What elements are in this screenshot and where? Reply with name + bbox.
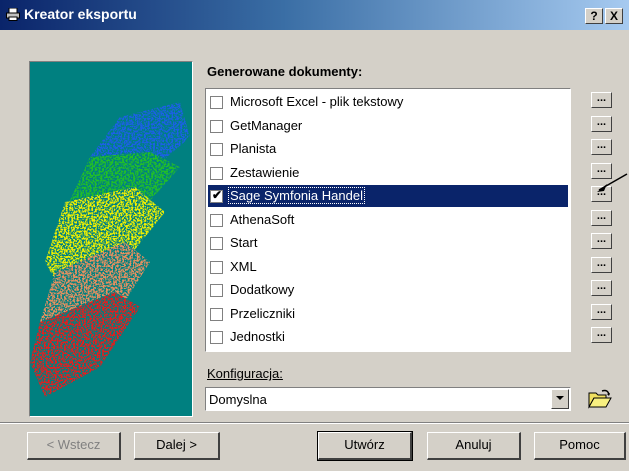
config-select[interactable]: Domyslna [205, 387, 571, 411]
config-value: Domyslna [209, 392, 267, 407]
document-checkbox[interactable] [210, 166, 223, 180]
help-button[interactable]: Pomoc [534, 432, 626, 460]
document-checkbox[interactable] [210, 331, 223, 344]
document-options-button[interactable]: ... [591, 92, 612, 108]
document-list-item[interactable]: Microsoft Excel - plik tekstowy [208, 91, 568, 113]
cancel-button[interactable]: Anuluj [427, 432, 521, 460]
document-list-item[interactable]: AthenaSoft [208, 209, 568, 231]
title-bar: Kreator eksportu ? X [0, 0, 629, 30]
document-checkbox[interactable] [210, 213, 223, 227]
document-checkbox[interactable]: ✔ [210, 188, 223, 203]
document-options-button[interactable]: ... [591, 115, 612, 132]
document-list-item[interactable]: Start [208, 232, 568, 254]
document-list-item[interactable]: Przeliczniki [208, 303, 568, 325]
document-checkbox[interactable] [210, 96, 223, 109]
document-list-item[interactable]: GetManager [208, 115, 568, 137]
document-checkbox[interactable] [210, 119, 223, 133]
documents-listbox[interactable]: Microsoft Excel - plik tekstowy GetManage… [205, 88, 571, 352]
close-button[interactable]: X [605, 8, 623, 24]
document-list-item[interactable]: Dodatkowy [208, 279, 568, 301]
open-folder-icon[interactable] [588, 389, 612, 409]
annotation-arrow-icon [597, 173, 628, 192]
document-list-item[interactable]: XML [208, 256, 568, 278]
document-checkbox[interactable] [210, 284, 223, 297]
document-label: Sage Symfonia Handel [228, 187, 365, 204]
document-label: GetManager [230, 117, 303, 133]
document-checkbox[interactable] [210, 307, 223, 321]
document-label: Microsoft Excel - plik tekstowy [230, 94, 404, 109]
document-label: Zestawienie [230, 164, 300, 180]
document-options-button[interactable]: ... [591, 327, 612, 343]
config-label: Konfiguracja: [207, 366, 283, 381]
document-list-item[interactable]: ✔ Sage Symfonia Handel [208, 185, 568, 207]
chevron-down-icon [556, 396, 564, 400]
document-list-item[interactable]: Zestawienie [208, 162, 568, 184]
document-options-button[interactable]: ... [591, 303, 612, 320]
document-label: AthenaSoft [230, 211, 295, 227]
document-label: Planista [230, 141, 277, 156]
export-wizard-window: Kreator eksportu ? X Generowane dokument… [0, 0, 629, 471]
document-checkbox[interactable] [210, 143, 223, 156]
document-list-item[interactable]: Jednostki [208, 326, 568, 348]
document-options-button[interactable]: ... [591, 256, 612, 273]
wizard-illustration [29, 61, 193, 417]
back-button[interactable]: < Wstecz [27, 432, 121, 460]
next-button[interactable]: Dalej > [134, 432, 220, 460]
create-button[interactable]: Utwórz [317, 431, 413, 461]
dropdown-button[interactable] [551, 389, 569, 409]
documents-heading: Generowane dokumenty: [207, 64, 363, 79]
speckled-graphic-image [30, 102, 190, 397]
window-title: Kreator eksportu [24, 6, 137, 22]
document-label: Jednostki [230, 329, 285, 344]
document-list-item[interactable]: Planista [208, 138, 568, 160]
document-label: Start [230, 235, 258, 250]
printer-icon [6, 8, 20, 21]
document-label: Dodatkowy [230, 282, 295, 297]
document-label: Przeliczniki [230, 305, 296, 321]
document-options-button[interactable]: ... [591, 209, 612, 226]
help-title-button[interactable]: ? [585, 8, 603, 24]
button-separator [0, 422, 629, 424]
document-options-button[interactable]: ... [591, 233, 612, 249]
document-label: XML [230, 258, 257, 274]
document-checkbox[interactable] [210, 260, 223, 274]
document-checkbox[interactable] [210, 237, 223, 250]
document-options-button[interactable]: ... [591, 280, 612, 296]
check-icon: ✔ [211, 188, 223, 202]
document-options-button[interactable]: ... [591, 139, 612, 155]
